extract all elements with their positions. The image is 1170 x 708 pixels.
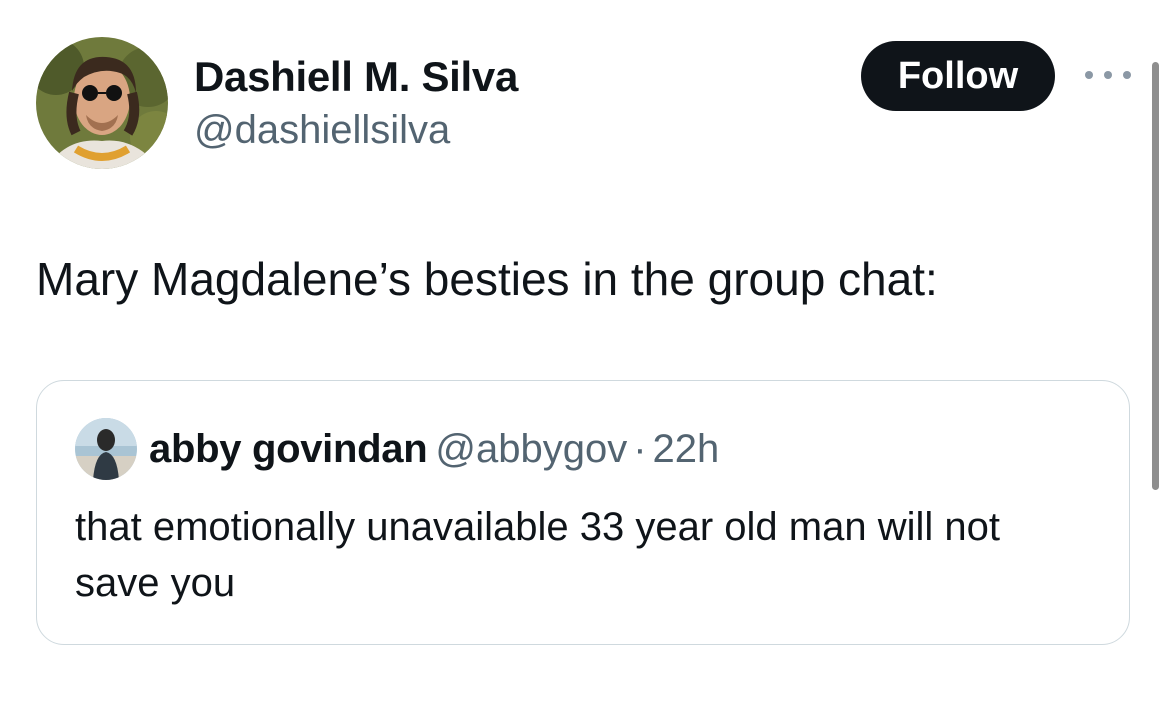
- author-name[interactable]: Dashiell M. Silva: [194, 52, 518, 102]
- quote-separator: ·: [633, 427, 647, 471]
- author-avatar[interactable]: [36, 37, 168, 169]
- more-horizontal-icon[interactable]: [1085, 62, 1131, 88]
- quote-header: abby govindan @abbygov · 22h: [149, 425, 719, 473]
- profile-photo-icon: [75, 418, 137, 480]
- dot-icon: [1123, 71, 1131, 79]
- author-handle[interactable]: @dashiellsilva: [194, 106, 450, 154]
- quote-author-name[interactable]: abby govindan: [149, 427, 428, 471]
- follow-button[interactable]: Follow: [861, 41, 1055, 111]
- quoted-tweet-card[interactable]: abby govindan @abbygov · 22h that emotional…: [36, 380, 1130, 645]
- dot-icon: [1104, 71, 1112, 79]
- quote-author-handle[interactable]: @abbygov: [435, 427, 627, 471]
- tweet-text: Mary Magdalene’s besties in the group ch…: [36, 253, 938, 305]
- scrollbar[interactable]: [1152, 62, 1159, 490]
- quote-author-avatar[interactable]: [75, 418, 137, 480]
- profile-photo-icon: [36, 37, 168, 169]
- quote-timestamp[interactable]: 22h: [653, 427, 720, 471]
- dot-icon: [1085, 71, 1093, 79]
- quote-text: that emotionally unavailable 33 year old…: [75, 505, 1000, 605]
